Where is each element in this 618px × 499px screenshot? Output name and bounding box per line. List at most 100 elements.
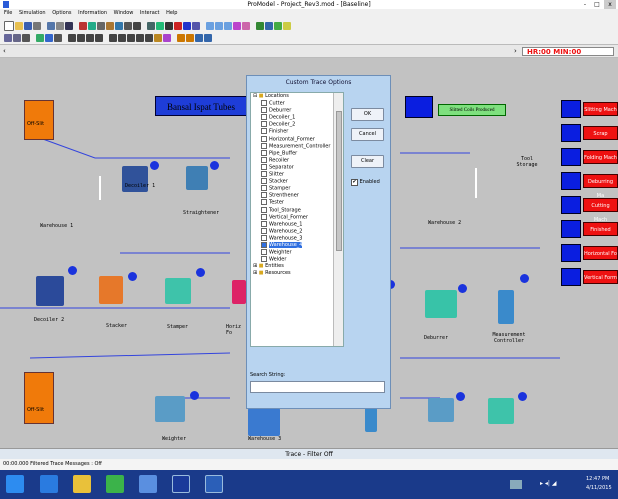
rect-icon[interactable] — [127, 33, 135, 42]
graph-icon[interactable] — [4, 33, 12, 42]
windows-start-icon[interactable] — [6, 475, 24, 493]
align-left-icon[interactable] — [68, 33, 76, 42]
minus-icon[interactable]: ⊟ — [253, 93, 257, 99]
tree-item-checkbox[interactable] — [261, 192, 267, 199]
ie-icon[interactable] — [40, 475, 58, 493]
align-center-icon[interactable] — [77, 33, 85, 42]
ok-button[interactable]: OK — [351, 108, 384, 121]
import-icon[interactable] — [204, 33, 212, 42]
align-right-icon[interactable] — [86, 33, 94, 42]
pen-icon[interactable] — [186, 33, 194, 42]
deburrer-icon[interactable] — [425, 290, 457, 318]
tree-item[interactable]: Slitter — [251, 171, 343, 178]
menu-information[interactable]: Information — [78, 10, 107, 16]
folder-icon[interactable] — [73, 475, 91, 493]
welder-icon[interactable] — [428, 398, 454, 422]
tree-item[interactable]: Decoiler_2 — [251, 121, 343, 128]
tree-item-checkbox[interactable] — [261, 128, 267, 135]
chart-icon[interactable] — [233, 21, 241, 30]
tree-item-checkbox[interactable] — [261, 171, 267, 178]
tree-item[interactable]: Recoiler — [251, 156, 343, 164]
enabled-checkbox[interactable]: ✔ Enabled — [351, 179, 380, 186]
tree-item[interactable]: Cutter — [251, 100, 343, 107]
clock-date[interactable]: 4/11/2015 — [586, 485, 612, 491]
tree-item-checkbox[interactable] — [261, 227, 267, 234]
clear-button[interactable]: Clear — [351, 155, 384, 168]
layout-icon[interactable] — [65, 21, 73, 30]
tree-item-checkbox[interactable] — [261, 135, 267, 142]
search-string-input[interactable] — [250, 381, 385, 393]
volume-icon[interactable]: ▸ ◂| ◢ — [540, 480, 580, 489]
move-icon[interactable] — [45, 33, 53, 42]
object-icon[interactable] — [256, 21, 264, 30]
help-icon[interactable] — [283, 21, 291, 30]
tree-item[interactable]: Horizontal_Former — [251, 135, 343, 143]
checkmark-icon[interactable]: ✔ — [351, 179, 358, 186]
tree-item[interactable]: Welder — [251, 256, 343, 263]
tree-scrollbar-thumb[interactable] — [336, 111, 342, 251]
menu-simulation[interactable]: Simulation — [19, 10, 46, 16]
tree-item-checkbox[interactable] — [261, 249, 267, 256]
tree-scrollbar[interactable] — [333, 93, 343, 346]
image-icon[interactable] — [195, 33, 203, 42]
stacker-icon[interactable] — [99, 276, 123, 304]
tree-group-resources[interactable]: ⊞ ■ Resources — [251, 270, 343, 277]
tree-item-checkbox[interactable] — [261, 185, 267, 192]
system-tray-icon[interactable] — [510, 480, 522, 489]
tree-item-checkbox[interactable] — [261, 163, 267, 170]
stamper-icon[interactable] — [165, 278, 191, 304]
plus-icon[interactable]: ⊞ — [253, 270, 257, 276]
tree-item[interactable]: Measurement_Controller — [251, 142, 343, 150]
tree-item-checkbox[interactable] — [261, 241, 267, 248]
resource-icon[interactable] — [274, 21, 282, 30]
tree-item[interactable]: Stacker — [251, 178, 343, 185]
tree-item[interactable]: Warehouse_3 — [251, 234, 343, 242]
search-icon[interactable] — [54, 33, 62, 42]
arrivals-icon[interactable] — [124, 21, 132, 30]
tree-item-checkbox[interactable] — [261, 121, 267, 128]
box-icon[interactable] — [109, 33, 117, 42]
view-icon[interactable] — [147, 21, 155, 30]
resources-icon[interactable] — [106, 21, 114, 30]
tree-item[interactable]: Weighter — [251, 249, 343, 256]
cancel-button[interactable]: Cancel — [351, 128, 384, 141]
tree-item-checkbox[interactable] — [261, 107, 267, 114]
horizontal-scrollbar[interactable]: ‹ › HR:00 MIN:00 — [0, 44, 618, 58]
tree-item[interactable]: Pipe_Buffer — [251, 149, 343, 157]
minimize-button[interactable]: - — [580, 0, 590, 9]
font-icon[interactable] — [177, 33, 185, 42]
layer-icon[interactable] — [36, 33, 44, 42]
cutter-icon[interactable] — [488, 398, 514, 424]
straightener-icon[interactable] — [186, 166, 208, 190]
scroll-left-icon[interactable]: ‹ — [3, 47, 6, 55]
off-slit-top[interactable]: Off-Slit — [24, 100, 54, 140]
locations-icon[interactable] — [79, 21, 87, 30]
grid-icon[interactable] — [56, 21, 64, 30]
animation-icon[interactable] — [192, 21, 200, 30]
tree-item[interactable]: Separator — [251, 163, 343, 171]
tree-item[interactable]: Warehouse_4 — [251, 241, 343, 249]
text-icon[interactable] — [145, 33, 153, 42]
tree-item-checkbox[interactable] — [261, 220, 267, 227]
globe-icon[interactable] — [265, 21, 273, 30]
chrome-icon[interactable] — [106, 475, 124, 493]
run-icon[interactable] — [156, 21, 164, 30]
tree-item[interactable]: Strenthener — [251, 192, 343, 199]
tree-item[interactable]: Tool_Storage — [251, 206, 343, 214]
tree-item-checkbox[interactable] — [261, 149, 267, 156]
off-slit-bottom[interactable]: Off-Slit — [24, 372, 54, 424]
tree-group-entities[interactable]: ⊞ ■ Entities — [251, 263, 343, 270]
menu-help[interactable]: Help — [166, 10, 177, 16]
tree-item-checkbox[interactable] — [261, 100, 267, 107]
menu-file[interactable]: File — [4, 10, 12, 16]
info-icon[interactable] — [133, 21, 141, 30]
tree-item-checkbox[interactable] — [261, 178, 267, 185]
word-icon[interactable] — [205, 475, 223, 493]
tree-item[interactable]: Tester — [251, 199, 343, 206]
trace-icon[interactable] — [183, 21, 191, 30]
path-icon[interactable] — [97, 21, 105, 30]
entities-icon[interactable] — [88, 21, 96, 30]
tree-item[interactable]: Decoiler_1 — [251, 114, 343, 121]
report-icon[interactable] — [242, 21, 250, 30]
decoiler-2-icon[interactable] — [36, 276, 64, 306]
